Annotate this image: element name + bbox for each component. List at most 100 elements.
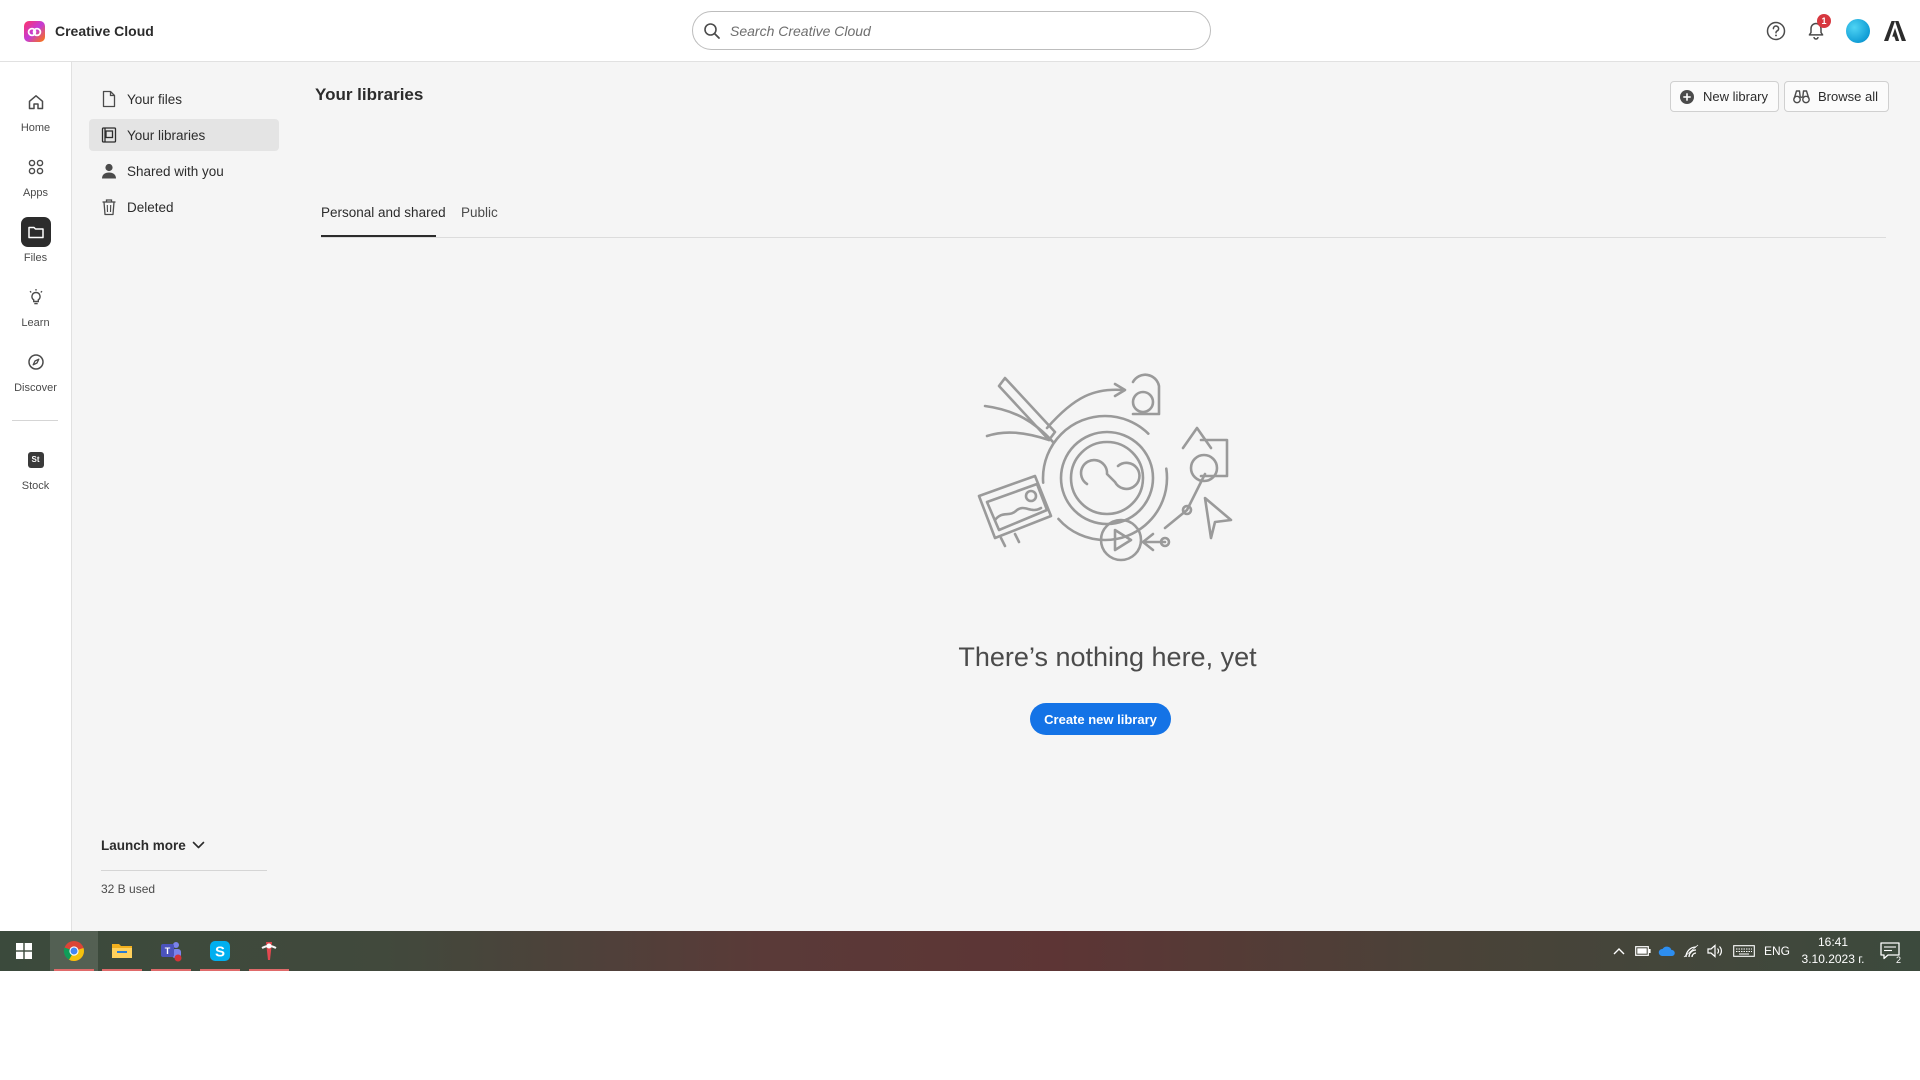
tray-show-hidden[interactable] — [1608, 931, 1630, 971]
rail-item-discover[interactable]: Discover — [0, 347, 71, 405]
screen: Creative Cloud 1 — [0, 0, 1920, 1080]
taskbar-file-explorer[interactable] — [98, 931, 146, 971]
chrome-icon — [63, 941, 84, 962]
stock-icon: St — [21, 445, 51, 475]
page-title: Your libraries — [315, 85, 424, 104]
chevron-up-icon — [1613, 948, 1625, 955]
tab-label: Public — [461, 205, 498, 220]
notification-badge: 1 — [1817, 14, 1831, 28]
svg-text:S: S — [215, 944, 225, 961]
rail-item-apps[interactable]: Apps — [0, 152, 71, 210]
browse-all-button[interactable]: Browse all — [1784, 81, 1889, 112]
teams-icon: T — [161, 942, 182, 962]
create-new-library-button[interactable]: Create new library — [1030, 703, 1171, 735]
folder-icon — [20, 217, 51, 247]
apps-grid-icon — [21, 152, 51, 182]
taskbar-creative-cloud[interactable] — [245, 931, 293, 971]
left-rail: Home Apps Files Learn Discover St Stock — [0, 62, 72, 931]
adobe-logo-icon[interactable] — [1884, 21, 1906, 41]
desktop-blank-area — [0, 971, 1920, 1080]
launch-more-button[interactable]: Launch more — [101, 838, 205, 853]
tab-active-indicator — [321, 235, 436, 237]
tray-language[interactable]: ENG — [1762, 931, 1792, 971]
home-icon — [21, 87, 51, 117]
battery-icon — [1635, 946, 1651, 956]
help-button[interactable] — [1762, 17, 1790, 45]
keyboard-icon — [1733, 945, 1755, 957]
tray-wifi[interactable] — [1680, 931, 1702, 971]
chevron-down-icon — [192, 841, 205, 849]
brand[interactable]: Creative Cloud — [24, 19, 154, 43]
top-header: Creative Cloud 1 — [0, 0, 1920, 62]
tray-volume[interactable] — [1704, 931, 1726, 971]
creative-cloud-logo-icon — [24, 20, 45, 42]
search-icon — [704, 22, 720, 39]
onedrive-icon — [1658, 946, 1675, 956]
lightbulb-icon — [21, 282, 51, 312]
empty-state-title: There’s nothing here, yet — [958, 642, 1257, 672]
empty-libraries-illustration — [977, 373, 1233, 562]
sidebar-divider — [101, 870, 267, 871]
stock-icon-text: St — [27, 452, 44, 468]
search-bar[interactable] — [692, 11, 1211, 50]
tray-keyboard[interactable] — [1730, 931, 1758, 971]
tab-public[interactable]: Public — [461, 132, 501, 238]
rail-item-learn[interactable]: Learn — [0, 282, 71, 340]
sidebar-item-your-files[interactable]: Your files — [89, 83, 279, 115]
wifi-icon — [1683, 944, 1699, 958]
speaker-icon — [1707, 944, 1722, 958]
rail-label-files: Files — [23, 252, 48, 264]
compass-icon — [21, 347, 51, 377]
rail-item-home[interactable]: Home — [0, 87, 71, 145]
action-center-button[interactable]: 2 — [1876, 931, 1904, 971]
tab-personal-and-shared[interactable]: Personal and shared — [321, 132, 446, 238]
rail-label-discover: Discover — [14, 382, 57, 394]
sidebar-item-label: Deleted — [127, 199, 174, 215]
storage-usage: 32 B used — [101, 882, 156, 896]
rail-divider — [12, 420, 58, 421]
sidebar-item-shared-with-you[interactable]: Shared with you — [89, 155, 279, 187]
new-library-button[interactable]: New library — [1670, 81, 1780, 112]
taskbar-clock[interactable]: 16:41 3.10.2023 г. — [1794, 934, 1872, 968]
launch-more-label: Launch more — [101, 838, 186, 853]
clock-date: 3.10.2023 г. — [1801, 952, 1865, 966]
user-icon — [102, 163, 116, 179]
add-circle-icon — [1680, 89, 1694, 104]
rail-label-stock: Stock — [21, 480, 50, 492]
avatar[interactable] — [1846, 19, 1870, 43]
sidebar-item-label: Shared with you — [127, 163, 224, 179]
sidebar-item-your-libraries[interactable]: Your libraries — [89, 119, 279, 151]
skype-icon: S — [210, 941, 230, 961]
main-content: Your libraries New library Browse all Pe… — [295, 62, 1920, 931]
tray-onedrive[interactable] — [1656, 931, 1678, 971]
file-icon — [102, 90, 116, 108]
sidebar-item-deleted[interactable]: Deleted — [89, 191, 279, 223]
tray-battery[interactable] — [1632, 931, 1654, 971]
library-icon — [101, 127, 117, 143]
tab-label: Personal and shared — [321, 205, 446, 220]
sidebar-item-label: Your libraries — [127, 127, 206, 143]
taskbar-skype[interactable]: S — [196, 931, 244, 971]
start-button[interactable] — [0, 931, 48, 971]
search-input[interactable] — [730, 22, 1170, 39]
library-tabs: Personal and shared Public — [321, 132, 1886, 238]
rail-label-learn: Learn — [21, 317, 50, 329]
rail-label-home: Home — [20, 122, 51, 134]
binoculars-icon — [1793, 90, 1810, 104]
taskbar-teams[interactable]: T — [147, 931, 195, 971]
clock-time: 16:41 — [1817, 935, 1849, 949]
sidebar-item-label: Your files — [127, 91, 183, 107]
creative-cloud-app-icon — [261, 942, 277, 960]
files-sidebar: Your files Your libraries Shared with yo… — [72, 62, 295, 931]
trash-icon — [102, 199, 116, 216]
notifications-button[interactable]: 1 — [1802, 14, 1831, 45]
rail-item-stock[interactable]: St Stock — [0, 445, 71, 503]
rail-label-apps: Apps — [22, 187, 49, 199]
file-explorer-icon — [112, 944, 132, 958]
rail-item-files[interactable]: Files — [0, 217, 71, 275]
taskbar-chrome[interactable] — [50, 931, 98, 971]
svg-text:T: T — [165, 946, 171, 956]
start-icon — [16, 943, 32, 959]
action-center-count: 2 — [1895, 955, 1901, 965]
browse-all-label: Browse all — [1818, 89, 1878, 104]
